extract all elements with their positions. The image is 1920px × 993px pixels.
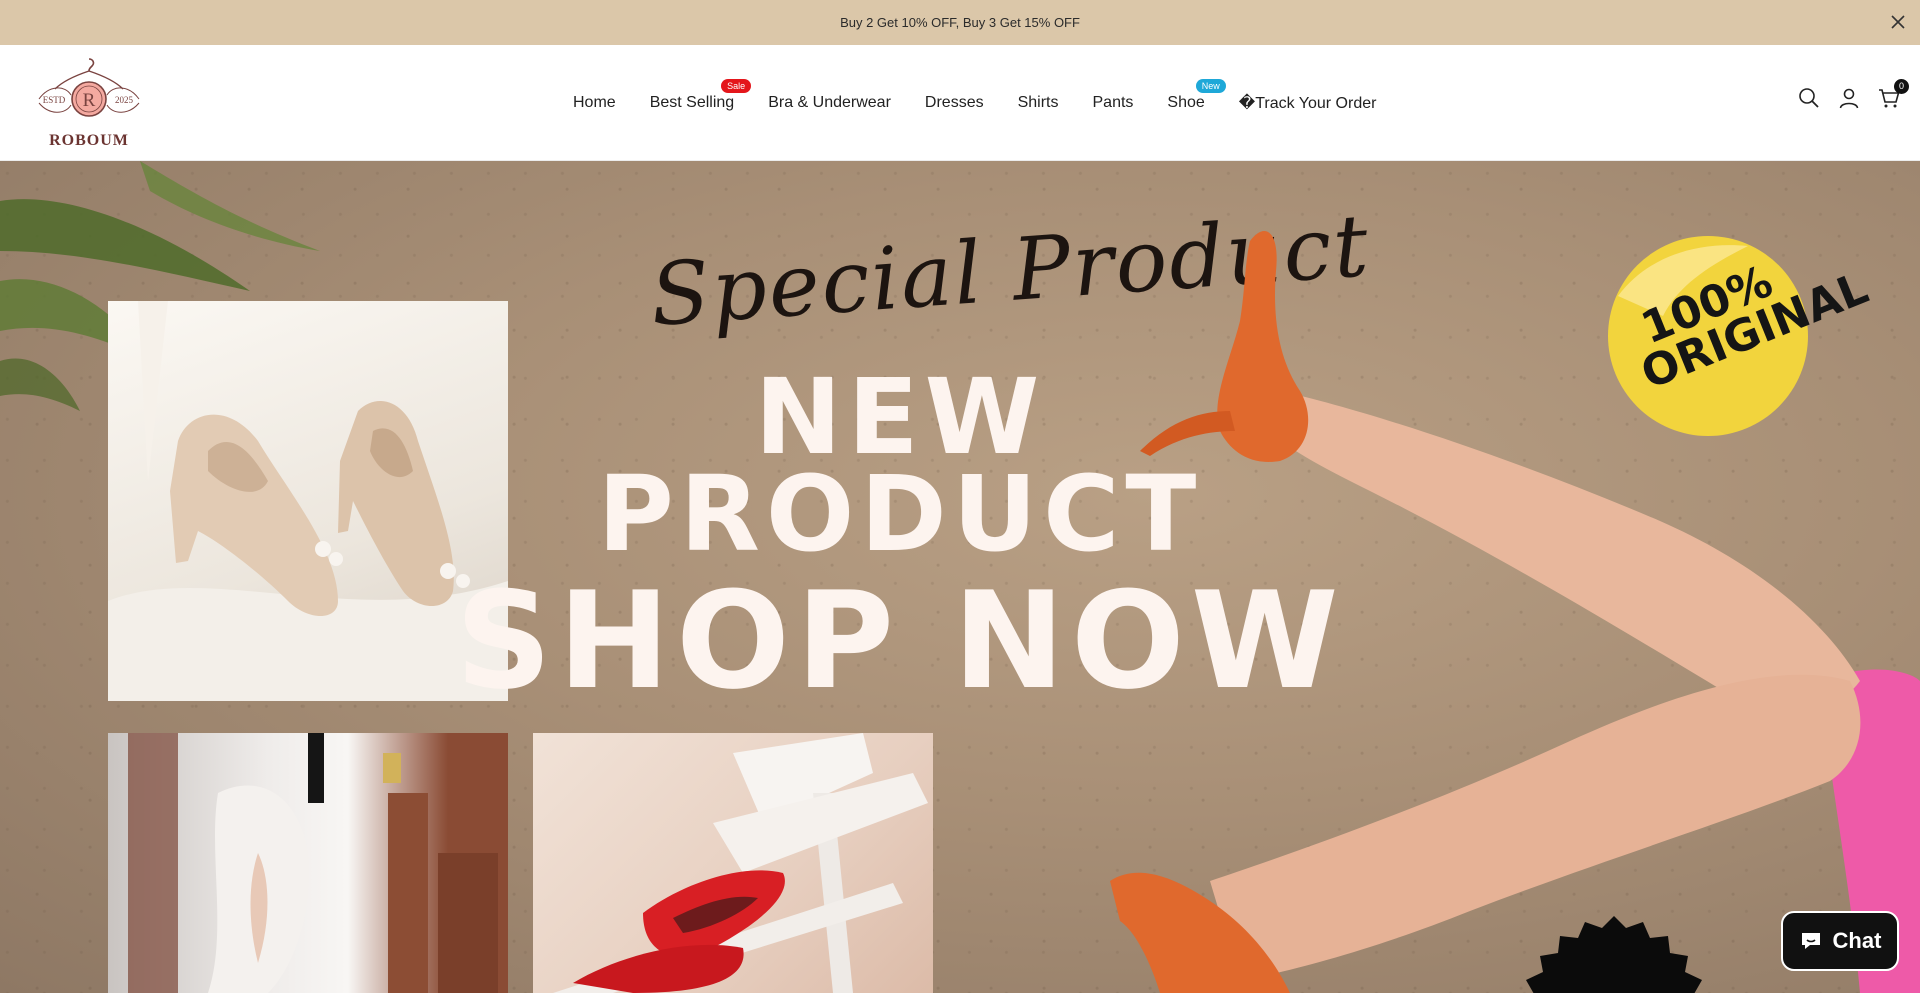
- white-heels-photo[interactable]: [108, 733, 508, 993]
- seal-badge-image: [1526, 916, 1702, 993]
- main-nav: Home Best Selling Sale Bra & Underwear D…: [573, 45, 1393, 161]
- chat-label: Chat: [1832, 928, 1882, 953]
- logo-left-mark: ESTD: [43, 95, 66, 105]
- chat-bubble-icon: [1801, 933, 1820, 949]
- nav-item-pants[interactable]: Pants: [1076, 94, 1151, 112]
- header-actions: 0: [1798, 79, 1909, 109]
- logo-right-mark: 2025: [115, 95, 134, 105]
- search-icon[interactable]: [1798, 87, 1820, 109]
- announcement-text: Buy 2 Get 10% OFF, Buy 3 Get 15% OFF: [840, 15, 1080, 30]
- new-badge: New: [1195, 79, 1226, 93]
- nav-item-shirts[interactable]: Shirts: [1001, 94, 1076, 112]
- nav-item-track-order[interactable]: �Track Your Order: [1222, 93, 1394, 113]
- cart-count-badge: 0: [1894, 79, 1909, 94]
- nav-item-bra-underwear[interactable]: Bra & Underwear: [751, 94, 908, 112]
- logo-initial: R: [83, 90, 96, 111]
- logo[interactable]: R ESTD 2025 ROBOUM: [33, 55, 145, 151]
- account-icon[interactable]: [1838, 87, 1860, 109]
- cart-icon[interactable]: 0: [1878, 79, 1909, 109]
- red-heels-photo[interactable]: [533, 733, 933, 993]
- nav-item-shoe[interactable]: Shoe New: [1150, 79, 1226, 112]
- close-icon[interactable]: [1888, 12, 1908, 32]
- logo-text: ROBOUM: [49, 132, 129, 149]
- nav-item-home[interactable]: Home: [573, 94, 633, 112]
- nav-item-best-selling[interactable]: Best Selling Sale: [633, 79, 752, 112]
- chat-button[interactable]: Chat: [1781, 911, 1899, 971]
- announcement-bar: Buy 2 Get 10% OFF, Buy 3 Get 15% OFF: [0, 0, 1920, 45]
- site-header: R ESTD 2025 ROBOUM Home Best Selling Sal…: [0, 45, 1920, 161]
- hero-banner[interactable]: Special Product NEW PRODUCT SHOP NOW 100…: [0, 161, 1920, 993]
- sale-badge: Sale: [721, 79, 752, 93]
- nav-item-dresses[interactable]: Dresses: [908, 94, 1001, 112]
